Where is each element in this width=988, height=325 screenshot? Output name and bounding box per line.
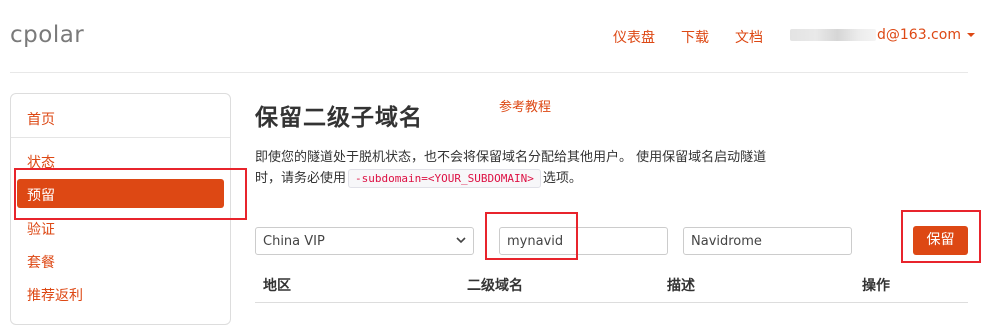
chevron-down-icon (455, 234, 467, 249)
nav-dashboard-link[interactable]: 仪表盘 (613, 27, 655, 47)
column-header-region[interactable]: 地区 (263, 275, 291, 295)
highlight-box-subdomain (485, 212, 578, 260)
region-select-value: China VIP (263, 234, 325, 249)
table-header-divider (255, 302, 968, 303)
sidebar-divider (11, 137, 230, 138)
highlight-box-button (901, 210, 981, 263)
user-email: d@163.com (877, 27, 961, 43)
user-menu[interactable]: d@163.com (790, 27, 975, 43)
caret-down-icon (966, 33, 975, 37)
page-title: 保留二级子域名 (255, 105, 423, 131)
sidebar-item-verify[interactable]: 验证 (27, 219, 55, 239)
column-header-action[interactable]: 操作 (862, 275, 890, 295)
sidebar-item-home[interactable]: 首页 (27, 109, 55, 129)
nav-docs-link[interactable]: 文档 (735, 27, 763, 47)
header-divider (10, 72, 968, 73)
redacted-email-part (790, 29, 876, 41)
column-header-subdomain[interactable]: 二级域名 (467, 275, 523, 295)
description-text: 即使您的隧道处于脱机状态，也不会将保留域名分配给其他用户。 使用保留域名启动隧道… (255, 147, 815, 189)
description-line-1: 即使您的隧道处于脱机状态，也不会将保留域名分配给其他用户。 使用保留域名启动隧道 (255, 150, 767, 165)
description-input[interactable]: Navidrome (683, 227, 852, 255)
description-line-2-suffix: 选项。 (542, 171, 582, 186)
brand-logo[interactable]: cpolar (10, 22, 84, 48)
nav-download-link[interactable]: 下载 (681, 27, 709, 47)
description-input-value: Navidrome (691, 234, 762, 249)
region-select[interactable]: China VIP (255, 227, 474, 255)
highlight-box-sidebar (14, 168, 247, 220)
subdomain-code-snippet: -subdomain=<YOUR_SUBDOMAIN> (348, 169, 541, 188)
reference-tutorial-link[interactable]: 参考教程 (499, 96, 551, 115)
description-line-2-prefix: 时，请务必使用 (255, 171, 347, 186)
sidebar-item-referral[interactable]: 推荐返利 (27, 285, 83, 305)
column-header-description[interactable]: 描述 (667, 275, 695, 295)
sidebar-item-plan[interactable]: 套餐 (27, 252, 55, 272)
